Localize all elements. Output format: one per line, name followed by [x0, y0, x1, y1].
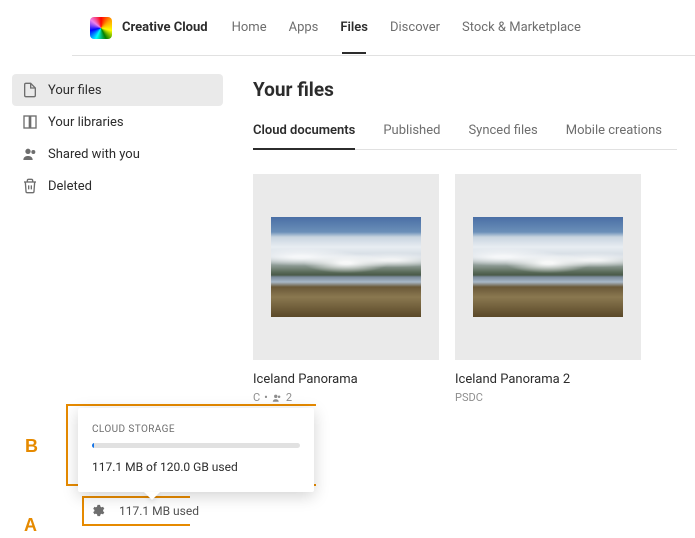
adobe-cc-logo-icon: [90, 17, 112, 39]
storage-used-text: 117.1 MB of 120.0 GB used: [92, 460, 300, 474]
meta-separator: •: [264, 391, 268, 404]
file-type-label: PSDC: [455, 391, 483, 404]
file-title: Iceland Panorama 2: [455, 372, 641, 387]
brand-title: Creative Cloud: [122, 20, 208, 35]
tab-published[interactable]: Published: [383, 123, 440, 149]
cloud-storage-popover: CLOUD STORAGE 117.1 MB of 120.0 GB used: [78, 408, 314, 492]
file-grid: Iceland Panorama C • 2 Iceland Panorama …: [253, 174, 677, 404]
sidebar-item-label: Deleted: [48, 179, 92, 194]
storage-status-strip: 117.1 MB used: [90, 503, 199, 518]
top-nav: Home Apps Files Discover Stock & Marketp…: [232, 2, 581, 53]
topnav-apps[interactable]: Apps: [289, 2, 319, 53]
sidebar-item-your-libraries[interactable]: Your libraries: [12, 106, 223, 138]
topnav-home[interactable]: Home: [232, 2, 267, 53]
file-thumbnail[interactable]: [253, 174, 439, 360]
shared-people-icon: [272, 393, 282, 403]
sidebar-item-label: Shared with you: [48, 147, 140, 162]
landscape-photo-icon: [473, 217, 623, 317]
tab-mobile-creations[interactable]: Mobile creations: [566, 123, 662, 149]
shared-count: 2: [286, 391, 292, 404]
storage-strip-text: 117.1 MB used: [119, 504, 199, 518]
file-card: Iceland Panorama C • 2: [253, 174, 439, 404]
tab-cloud-documents[interactable]: Cloud documents: [253, 123, 355, 150]
file-title: Iceland Panorama: [253, 372, 439, 387]
storage-progress-bar: [92, 443, 300, 448]
file-tabs: Cloud documents Published Synced files M…: [253, 123, 677, 150]
trash-icon: [22, 178, 38, 194]
page-title: Your files: [253, 78, 677, 101]
topnav-discover[interactable]: Discover: [390, 2, 440, 53]
storage-progress-fill: [92, 443, 94, 448]
sidebar-item-your-files[interactable]: Your files: [12, 74, 223, 106]
popover-title: CLOUD STORAGE: [92, 424, 300, 435]
file-icon: [22, 82, 38, 98]
top-bar: Creative Cloud Home Apps Files Discover …: [72, 0, 695, 56]
topnav-files[interactable]: Files: [340, 2, 368, 53]
tab-synced-files[interactable]: Synced files: [468, 123, 537, 149]
people-icon: [22, 146, 38, 162]
topnav-stock[interactable]: Stock & Marketplace: [462, 2, 581, 53]
sidebar-item-deleted[interactable]: Deleted: [12, 170, 223, 202]
file-meta: C • 2: [253, 391, 439, 404]
libraries-icon: [22, 114, 38, 130]
file-type-label: C: [253, 391, 260, 404]
sidebar-item-label: Your files: [48, 83, 102, 98]
annotation-letter-b: B: [25, 436, 38, 457]
file-thumbnail[interactable]: [455, 174, 641, 360]
file-meta: PSDC: [455, 391, 641, 404]
annotation-letter-a: A: [24, 515, 37, 536]
sidebar-item-label: Your libraries: [48, 115, 124, 130]
landscape-photo-icon: [271, 217, 421, 317]
sidebar-item-shared[interactable]: Shared with you: [12, 138, 223, 170]
gear-icon[interactable]: [90, 503, 105, 518]
file-card: Iceland Panorama 2 PSDC: [455, 174, 641, 404]
